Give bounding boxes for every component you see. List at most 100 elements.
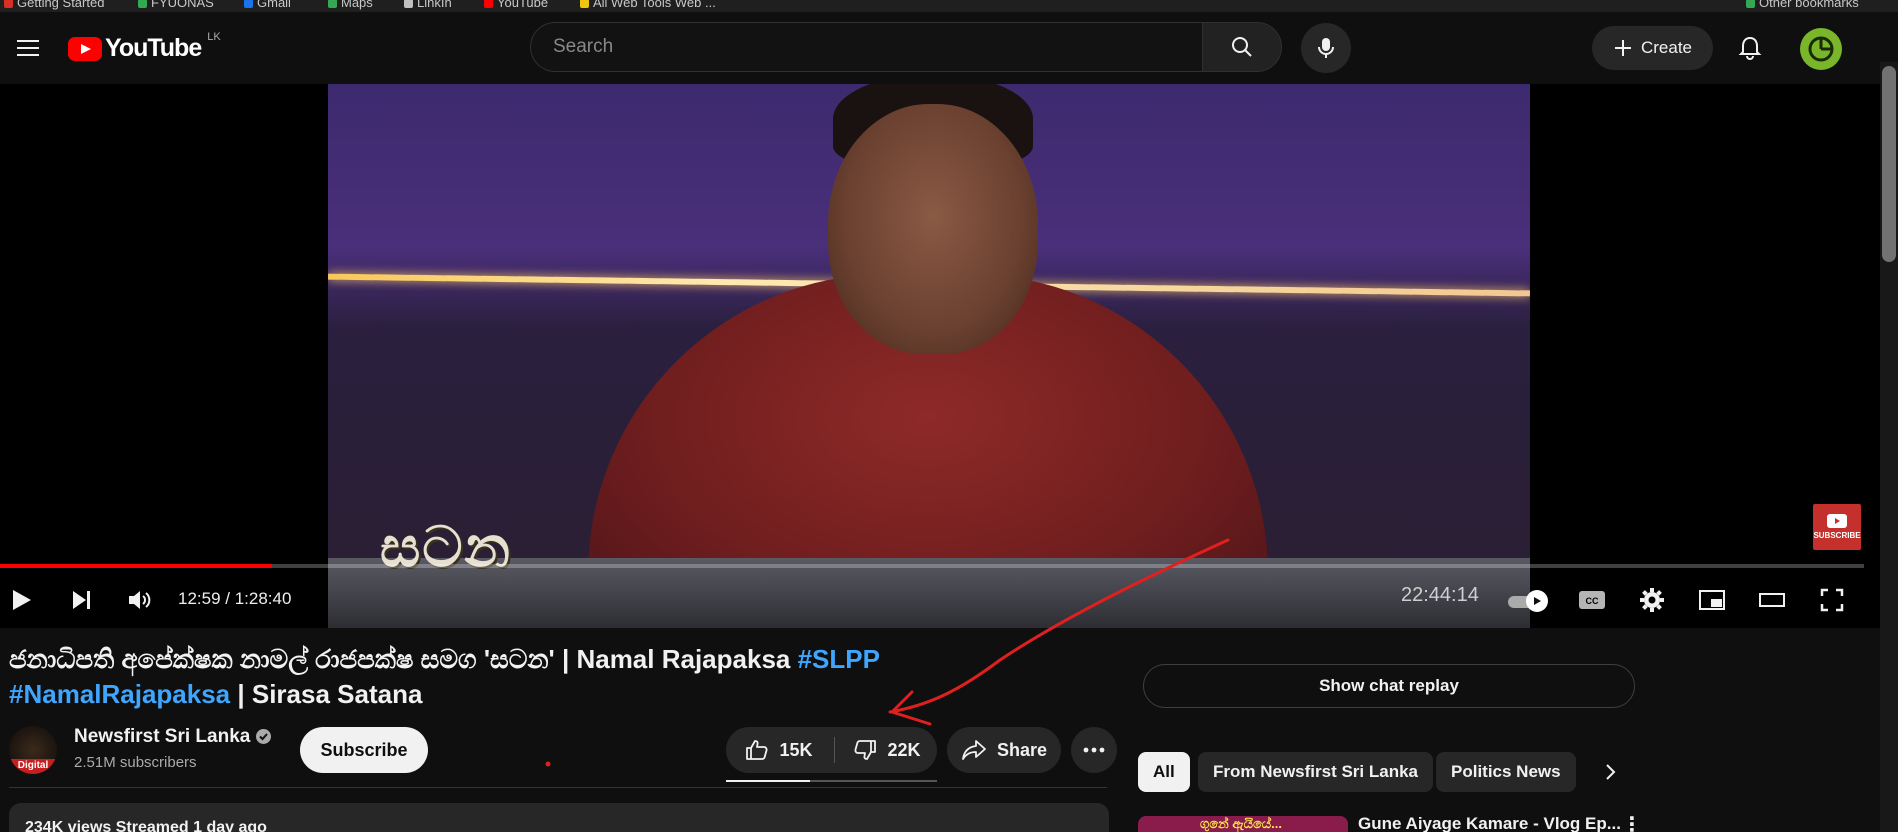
bookmark-web-tools[interactable]: All Web Tools Web ... [580, 0, 716, 10]
bookmark-icon [580, 0, 589, 9]
volume-button[interactable] [120, 580, 160, 620]
dislike-button[interactable]: 22K [838, 727, 936, 773]
channel-avatar[interactable]: Digital [9, 726, 57, 774]
microphone-icon [1318, 38, 1334, 58]
masthead: YouTube LK Create [0, 12, 1898, 84]
chips-next-button[interactable] [1590, 752, 1630, 792]
bookmark-youtube[interactable]: YouTube [484, 0, 548, 10]
fullscreen-icon [1820, 588, 1844, 612]
search-button[interactable] [1202, 22, 1282, 72]
next-button[interactable] [62, 580, 102, 620]
theater-mode-button[interactable] [1752, 580, 1792, 620]
miniplayer-button[interactable] [1692, 580, 1732, 620]
program-logo: සටන [380, 515, 512, 578]
show-chat-replay-button[interactable]: Show chat replay [1143, 664, 1635, 708]
description-box[interactable]: 234K views Streamed 1 day ago [9, 803, 1109, 832]
search-icon [1232, 37, 1252, 57]
like-button[interactable]: 15K [726, 727, 832, 773]
svg-text:CC: CC [1586, 596, 1599, 606]
notifications-button[interactable] [1728, 26, 1772, 70]
fullscreen-button[interactable] [1812, 580, 1852, 620]
more-horizontal-icon [1083, 747, 1105, 753]
like-ratio-bar [726, 780, 937, 782]
owner-row: Digital Newsfirst Sri Lanka 2.51M subscr… [9, 726, 1117, 782]
autoplay-toggle[interactable] [1508, 590, 1548, 612]
hashtag-link[interactable]: #NamalRajapaksa [9, 679, 230, 709]
theater-icon [1759, 593, 1785, 607]
search-input[interactable] [553, 36, 1202, 58]
thumbs-down-icon [854, 740, 877, 760]
youtube-logo[interactable]: YouTube LK [68, 30, 221, 63]
bell-icon [1738, 36, 1762, 60]
like-ratio-fill [726, 780, 811, 782]
rec-more-icon[interactable]: ⋮ [1622, 816, 1642, 832]
presenter-head [828, 104, 1038, 354]
subscribe-button[interactable]: Subscribe [300, 727, 428, 773]
share-button[interactable]: Share [947, 727, 1061, 773]
progress-bar[interactable] [0, 564, 1864, 568]
play-icon [13, 590, 31, 610]
bookmark-icon [244, 0, 253, 9]
chip-all[interactable]: All [1138, 752, 1190, 792]
share-icon [962, 740, 986, 760]
play-button[interactable] [2, 580, 42, 620]
bookmark-gmail[interactable]: Gmail [244, 0, 291, 10]
page-scrollbar[interactable] [1880, 62, 1898, 832]
account-avatar[interactable] [1800, 28, 1842, 70]
miniplayer-icon [1699, 590, 1725, 610]
progress-played [0, 564, 273, 568]
bookmark-fyuonas[interactable]: FYUONAS [138, 0, 214, 10]
bookmark-icon [328, 0, 337, 9]
gear-icon [1640, 588, 1664, 612]
bookmark-icon [138, 0, 147, 9]
plus-icon [1614, 40, 1631, 56]
skip-next-icon [73, 591, 90, 609]
rec-title[interactable]: Gune Aiyage Kamare - Vlog Ep... [1358, 816, 1621, 832]
chip-politics-news[interactable]: Politics News [1436, 752, 1576, 792]
bookmark-icon [404, 0, 413, 9]
settings-button[interactable] [1632, 580, 1672, 620]
video-player[interactable]: සටන 22:44:14 SUBSCRIBE 12:59 / 1:28:40 C… [0, 84, 1880, 628]
section-divider [9, 787, 1107, 788]
chevron-right-icon [1606, 764, 1616, 780]
create-button[interactable]: Create [1592, 26, 1713, 70]
bookmarks-bar: Getting Started FYUONAS Gmail Maps LinkI… [0, 0, 1898, 12]
bookmark-icon [484, 0, 493, 9]
like-divider [834, 737, 835, 763]
scrollbar-thumb[interactable] [1882, 66, 1896, 262]
channel-name[interactable]: Newsfirst Sri Lanka [74, 726, 272, 748]
voice-search-button[interactable] [1301, 23, 1351, 73]
thumbs-up-icon [746, 740, 769, 760]
avatar-logo-icon [1808, 36, 1834, 62]
video-frame: සටන 22:44:14 [328, 84, 1530, 628]
subscriber-count: 2.51M subscribers [74, 754, 197, 771]
verified-icon [256, 729, 272, 745]
time-display: 12:59 / 1:28:40 [178, 589, 292, 608]
country-code: LK [207, 30, 221, 43]
filter-chips: All From Newsfirst Sri Lanka Politics Ne… [1138, 752, 1880, 792]
player-controls: 12:59 / 1:28:40 CC [0, 574, 1880, 628]
bookmark-icon [4, 0, 13, 9]
autoplay-play-icon [1534, 597, 1541, 605]
search-bar [530, 22, 1282, 72]
volume-icon [129, 591, 151, 609]
search-box [530, 22, 1202, 72]
captions-icon: CC [1579, 591, 1605, 609]
like-dislike-group: 15K 22K [726, 727, 937, 773]
bookmark-getting-started[interactable]: Getting Started [4, 0, 104, 10]
more-actions-button[interactable] [1071, 727, 1117, 773]
rec-thumbnail[interactable]: ගුනේ ඇයියේ... [1138, 816, 1348, 832]
recommended-video[interactable]: ගුනේ ඇයියේ... Gune Aiyage Kamare - Vlog … [1138, 816, 1880, 832]
bookmark-linkin[interactable]: LinkIn [404, 0, 452, 10]
menu-icon[interactable] [8, 28, 48, 68]
bookmark-maps[interactable]: Maps [328, 0, 373, 10]
bookmark-other[interactable]: Other bookmarks [1746, 0, 1859, 10]
youtube-play-icon [68, 36, 102, 61]
youtube-mini-icon [1827, 514, 1847, 528]
captions-button[interactable]: CC [1572, 580, 1612, 620]
video-title: ජනාධිපති අපේක්ෂක නාමල් රාජපක්ෂ සමග 'සටන'… [9, 644, 880, 709]
chip-from-channel[interactable]: From Newsfirst Sri Lanka [1198, 752, 1434, 792]
subscribe-watermark[interactable]: SUBSCRIBE [1813, 504, 1861, 550]
hashtag-link[interactable]: #SLPP [798, 644, 880, 674]
folder-icon [1746, 0, 1755, 9]
